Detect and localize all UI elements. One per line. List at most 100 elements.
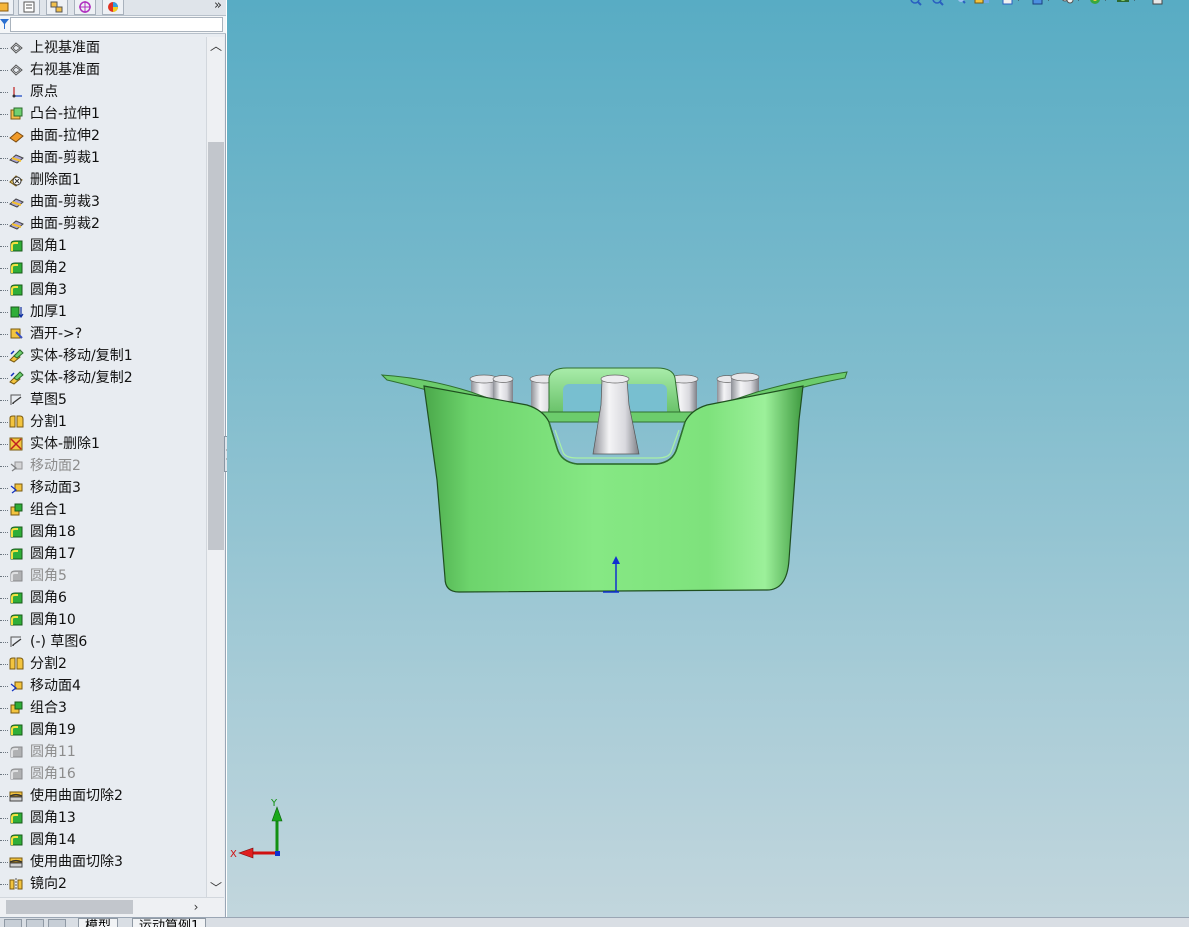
tree-item-label: (-) 草图6 [30,634,88,650]
scroll-down-icon[interactable]: ﹀ [207,879,225,897]
fillet-icon [8,524,25,540]
tree-item-label: 组合3 [30,700,67,716]
tab-motion-study[interactable]: 运动算例1 [132,918,207,927]
tree-item[interactable]: 分割1 [0,411,206,433]
tree-item-label: 使用曲面切除3 [30,854,123,870]
tree-connector [0,400,8,401]
tree-item-label: 圆角5 [30,568,67,584]
fillet-icon [8,810,25,826]
display-manager-tab[interactable] [102,0,124,15]
tree-item-label: 曲面-剪裁2 [30,216,100,232]
tree-filter-input[interactable] [10,17,223,32]
tree-item[interactable]: 移动面3 [0,477,206,499]
tab-prev-button[interactable] [26,919,44,927]
tree-item-label: 右视基准面 [30,62,100,78]
more-tabs-button[interactable]: » [214,0,222,13]
tree-item[interactable]: 移动面4 [0,675,206,697]
tree-item[interactable]: 使用曲面切除2 [0,785,206,807]
tree-item-label: 分割1 [30,414,67,430]
tab-model[interactable]: 模型 [78,918,119,927]
surface-cut-icon [8,854,25,870]
tree-item[interactable]: 加厚1 [0,301,206,323]
tree-item[interactable]: (-) 草图6 [0,631,206,653]
tree-connector [0,862,8,863]
tree-item[interactable]: 使用曲面切除3 [0,851,206,873]
tree-item[interactable]: 组合1 [0,499,206,521]
tree-item[interactable]: 移动面2 [0,455,206,477]
scroll-up-icon[interactable]: ︿ [207,37,225,55]
filter-icon[interactable] [0,18,9,30]
tab-next-button[interactable] [48,919,66,927]
tree-item[interactable]: 凸台-拉伸1 [0,103,206,125]
tree-item-label: 曲面-拉伸2 [30,128,100,144]
tree-item[interactable]: 圆角5 [0,565,206,587]
combine-icon [8,502,25,518]
tree-item[interactable]: 圆角2 [0,257,206,279]
tree-item[interactable]: 分割2 [0,653,206,675]
tree-connector [0,510,8,511]
tree-item[interactable]: 圆角14 [0,829,206,851]
move-copy-body-icon [8,370,25,386]
graphics-viewport[interactable]: Y X [227,0,1189,917]
configuration-manager-tab[interactable] [46,0,68,15]
tree-item-label: 分割2 [30,656,67,672]
tree-item[interactable]: 圆角16 [0,763,206,785]
tree-item-label: 实体-移动/复制2 [30,370,133,386]
tree-connector [0,290,8,291]
move-face-icon [8,458,25,474]
move-copy-body-icon [8,348,25,364]
tree-item[interactable]: 镜向2 [0,873,206,895]
tree-item[interactable]: 实体-移动/复制1 [0,345,206,367]
tree-item[interactable]: 实体-删除1 [0,433,206,455]
tree-item-label: 圆角19 [30,722,76,738]
tree-item-label: 加厚1 [30,304,67,320]
tab-first-button[interactable] [4,919,22,927]
tree-item-label: 酒开->? [30,326,83,342]
tree-item[interactable]: 右视基准面 [0,59,206,81]
tree-item[interactable]: 圆角11 [0,741,206,763]
tree-horizontal-scrollbar[interactable]: › [0,897,224,917]
tree-item[interactable]: 圆角3 [0,279,206,301]
tree-item[interactable]: 曲面-拉伸2 [0,125,206,147]
tree-item[interactable]: 组合3 [0,697,206,719]
tree-item[interactable]: 曲面-剪裁3 [0,191,206,213]
tree-item-label: 圆角13 [30,810,76,826]
tree-item[interactable]: 曲面-剪裁1 [0,147,206,169]
tree-item[interactable]: 酒开->? [0,323,206,345]
tree-filter-row [0,16,226,34]
tree-item-label: 凸台-拉伸1 [30,106,100,122]
move-face-icon [8,480,25,496]
tree-connector [0,180,8,181]
tree-item[interactable]: 圆角1 [0,235,206,257]
reference-triad: Y X [230,798,283,860]
tree-item[interactable]: 圆角6 [0,587,206,609]
dimxpert-tab[interactable] [74,0,96,15]
fillet-icon [8,832,25,848]
hscroll-thumb[interactable] [6,900,133,914]
tree-item[interactable]: 圆角19 [0,719,206,741]
part-model-view[interactable] [227,0,1189,917]
x-axis-label: X [230,849,237,860]
feature-manager-tab[interactable] [0,0,14,15]
fillet-icon [8,282,25,298]
tree-item-label: 曲面-剪裁1 [30,150,100,166]
tree-item[interactable]: 实体-移动/复制2 [0,367,206,389]
tree-item[interactable]: 删除面1 [0,169,206,191]
scroll-thumb[interactable] [208,142,224,550]
property-manager-tab[interactable] [18,0,40,15]
tree-item[interactable]: 圆角17 [0,543,206,565]
fillet-icon [8,260,25,276]
tree-connector [0,48,8,49]
tree-vertical-scrollbar[interactable]: ︿ ﹀ [206,37,224,897]
tree-item[interactable]: 圆角10 [0,609,206,631]
tree-item-label: 上视基准面 [30,40,100,56]
tree-item-label: 圆角16 [30,766,76,782]
tree-item[interactable]: 草图5 [0,389,206,411]
scroll-right-icon[interactable]: › [188,898,204,916]
tree-item[interactable]: 上视基准面 [0,37,206,59]
tree-item[interactable]: 曲面-剪裁2 [0,213,206,235]
tree-item[interactable]: 圆角18 [0,521,206,543]
property-manager-icon [23,1,35,13]
tree-item[interactable]: 原点 [0,81,206,103]
tree-item[interactable]: 圆角13 [0,807,206,829]
